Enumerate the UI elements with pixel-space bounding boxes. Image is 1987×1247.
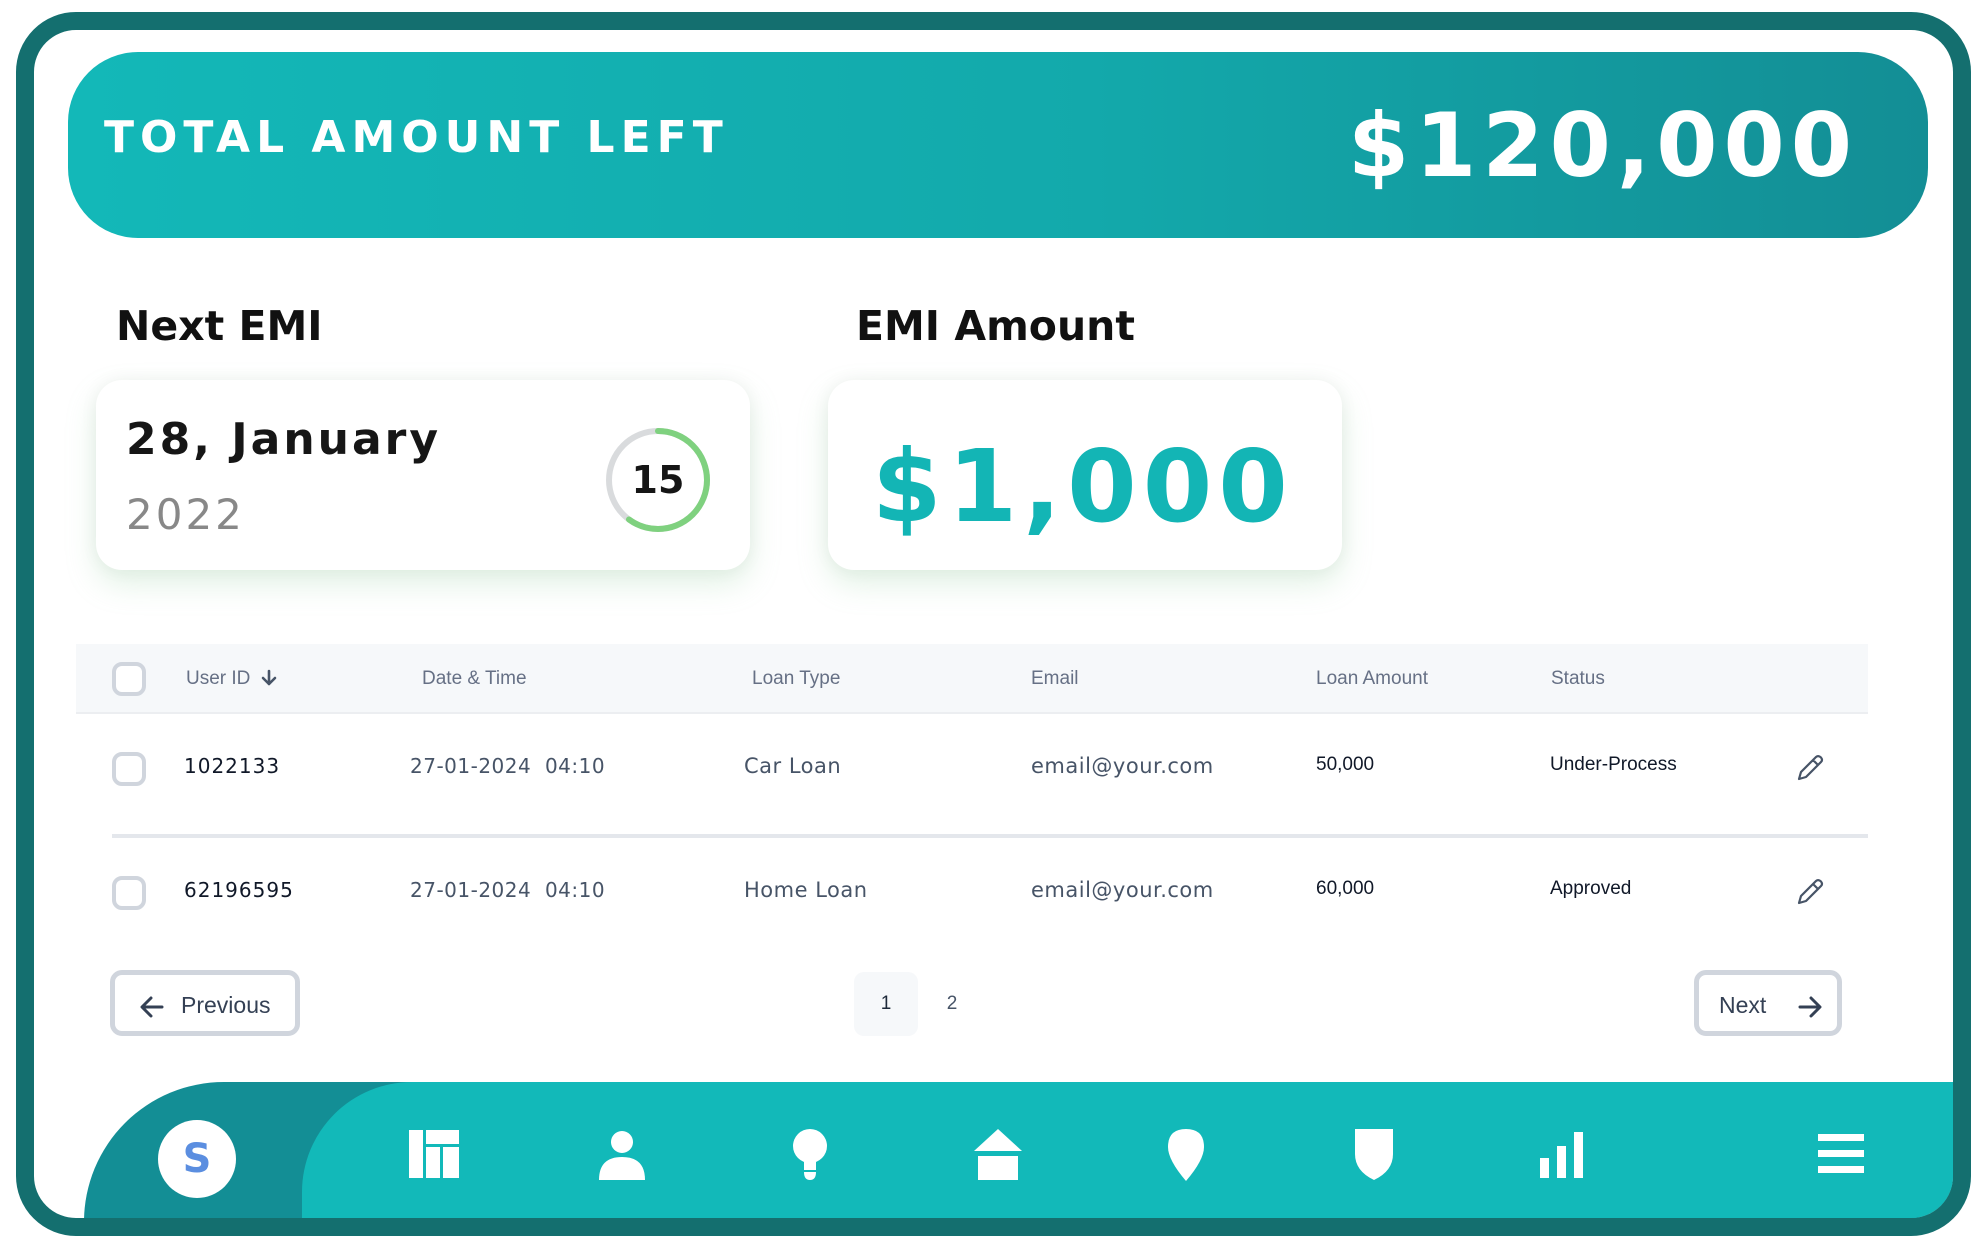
column-header-label: User ID — [186, 668, 251, 689]
sort-arrow-down-icon — [261, 669, 276, 686]
next-emi-date: 28, January — [126, 414, 442, 465]
table-row: 1022133 27-01-2024 04:10 Car Loan email@… — [76, 716, 1868, 826]
cell-email: email@your.com — [1031, 878, 1214, 902]
app-frame: TOTAL AMOUNT LEFT $120,000 Next EMI EMI … — [16, 12, 1971, 1236]
cell-user-id: 62196595 — [184, 878, 294, 902]
location-pin-icon[interactable] — [1158, 1126, 1214, 1182]
table-header: User ID Date & Time Loan Type Email Loan… — [76, 644, 1868, 714]
column-header-loan-amount: Loan Amount — [1316, 668, 1428, 689]
next-emi-card: 28, January 2022 15 — [96, 380, 750, 570]
days-left-progress-ring: 15 — [604, 426, 712, 534]
row-divider — [112, 834, 1868, 838]
arrow-left-icon — [140, 996, 164, 1018]
bar-chart-icon[interactable] — [1534, 1126, 1590, 1182]
days-left-count: 15 — [631, 458, 685, 502]
total-amount-title: TOTAL AMOUNT LEFT — [104, 112, 729, 163]
select-all-checkbox[interactable] — [112, 662, 146, 696]
page-1-button[interactable]: 1 — [854, 972, 918, 1036]
table-row: 62196595 27-01-2024 04:10 Home Loan emai… — [76, 840, 1868, 950]
emi-amount-card: $1,000 — [828, 380, 1342, 570]
previous-label: Previous — [181, 992, 271, 1018]
cell-status: Approved — [1550, 878, 1632, 899]
cell-date-time: 27-01-2024 04:10 — [410, 878, 606, 902]
next-button[interactable]: Next — [1694, 970, 1842, 1036]
total-amount-value: $120,000 — [1347, 94, 1858, 197]
column-header-date-time: Date & Time — [422, 668, 527, 689]
column-header-loan-type: Loan Type — [752, 668, 841, 689]
edit-icon[interactable] — [1794, 752, 1826, 784]
column-header-user-id[interactable]: User ID — [186, 668, 278, 690]
column-header-status: Status — [1551, 668, 1605, 689]
cell-loan-amount: 60,000 — [1316, 878, 1375, 899]
home-icon[interactable] — [970, 1126, 1026, 1182]
previous-button[interactable]: Previous — [110, 970, 300, 1036]
cell-loan-type: Car Loan — [744, 754, 842, 778]
menu-icon[interactable] — [1814, 1126, 1870, 1182]
emi-amount-value: $1,000 — [872, 428, 1294, 545]
cell-status: Under-Process — [1550, 754, 1677, 775]
bottom-nav-bar — [302, 1082, 1953, 1218]
avatar[interactable]: S — [158, 1120, 236, 1198]
total-amount-banner: TOTAL AMOUNT LEFT $120,000 — [68, 52, 1928, 238]
edit-icon[interactable] — [1794, 876, 1826, 908]
dashboard-icon[interactable] — [406, 1126, 462, 1182]
column-header-email: Email — [1031, 668, 1079, 689]
user-icon[interactable] — [594, 1126, 650, 1182]
emi-amount-label: EMI Amount — [856, 302, 1135, 350]
cell-user-id: 1022133 — [184, 754, 281, 778]
shield-icon[interactable] — [1346, 1126, 1402, 1182]
cell-loan-type: Home Loan — [744, 878, 868, 902]
cell-email: email@your.com — [1031, 754, 1214, 778]
lightbulb-icon[interactable] — [782, 1126, 838, 1182]
row-checkbox[interactable] — [112, 876, 146, 910]
next-emi-year: 2022 — [126, 490, 245, 539]
cell-loan-amount: 50,000 — [1316, 754, 1375, 775]
row-checkbox[interactable] — [112, 752, 146, 786]
next-emi-label: Next EMI — [116, 302, 323, 350]
arrow-right-icon — [1798, 996, 1822, 1018]
cell-date-time: 27-01-2024 04:10 — [410, 754, 606, 778]
next-label: Next — [1719, 992, 1767, 1018]
page-2-button[interactable]: 2 — [920, 972, 984, 1036]
